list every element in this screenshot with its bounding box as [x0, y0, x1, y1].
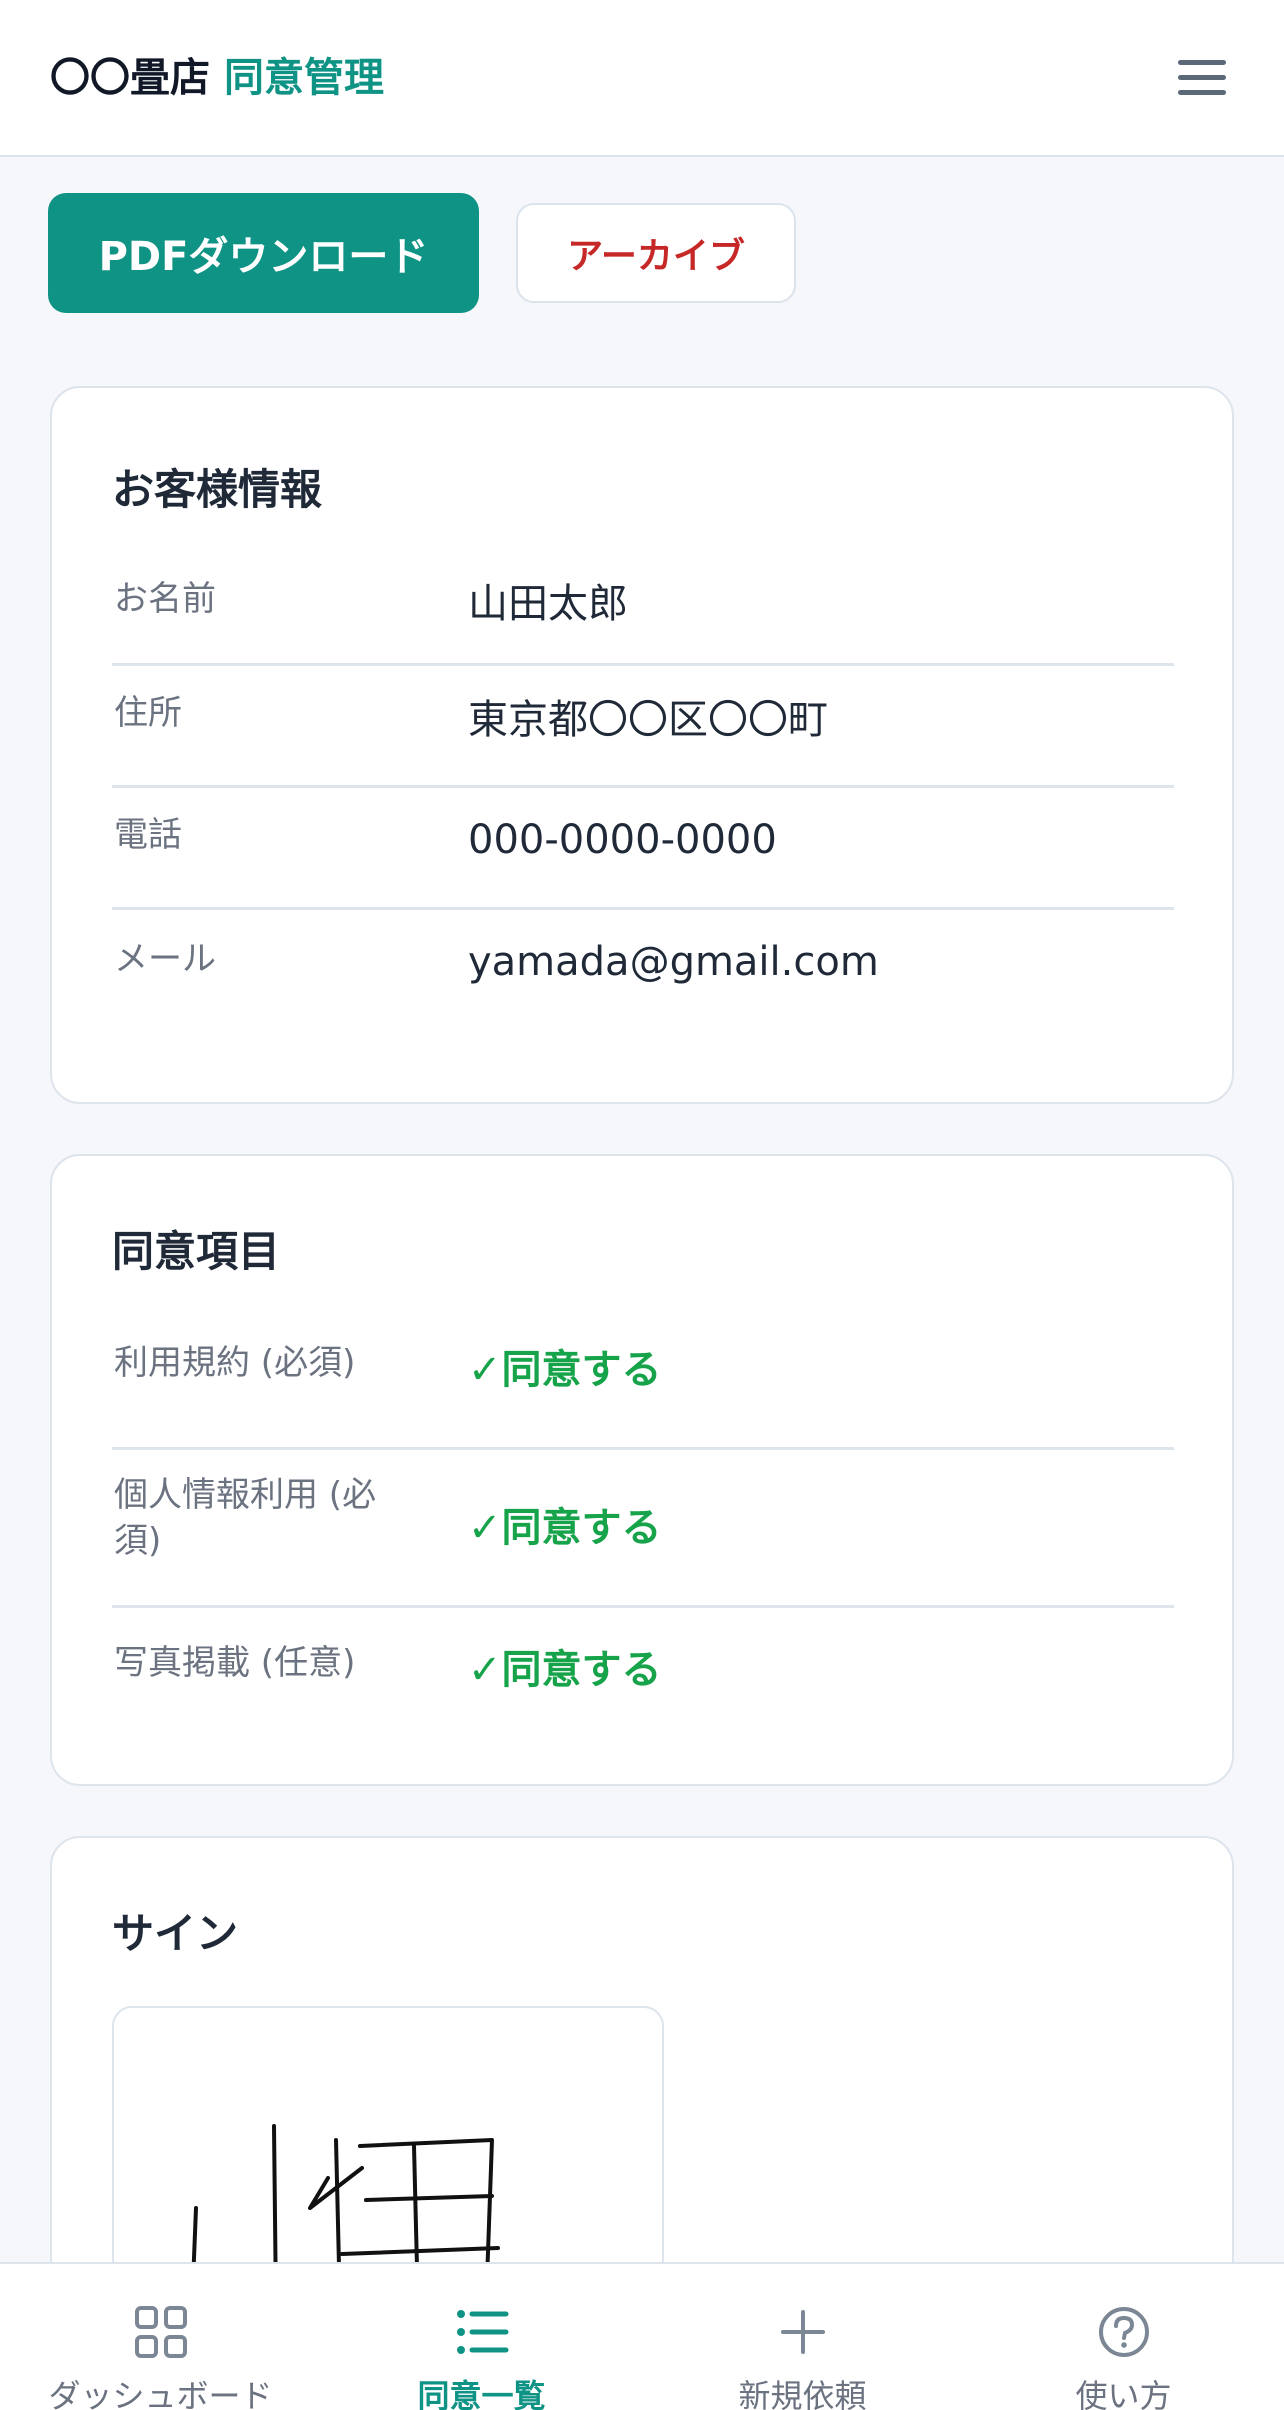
consent-title: 同意項目 [112, 1227, 281, 1276]
nav-item-help[interactable]: 使い方 [963, 2264, 1284, 2410]
customer-info-card: お客様情報 お名前 山田太郎 住所 東京都〇〇区〇〇町 電話 000-0000-… [50, 386, 1234, 1104]
consent-status-agreed: ✓同意する [468, 1347, 662, 1393]
signature-title: サイン [112, 1909, 239, 1958]
nav-label: ダッシュボード [48, 2377, 273, 2410]
consent-status-agreed: ✓同意する [468, 1505, 662, 1551]
app-header: 〇〇畳店 同意管理 [0, 0, 1284, 157]
row-label: 住所 [114, 693, 182, 733]
customer-phone-value: 000-0000-0000 [468, 817, 777, 863]
app-name: 同意管理 [224, 55, 384, 101]
signature-image [112, 2006, 664, 2306]
help-circle-icon [1098, 2307, 1149, 2357]
consent-row-terms: 利用規約 (必須) ✓同意する [112, 1340, 1174, 1450]
hamburger-menu-icon[interactable] [1172, 52, 1234, 104]
dashboard-grid-icon [134, 2306, 187, 2358]
customer-row-name: お名前 山田太郎 [112, 576, 1174, 666]
consent-row-privacy: 個人情報利用 (必須) ✓同意する [112, 1450, 1174, 1608]
row-label: 電話 [114, 815, 182, 855]
archive-button[interactable]: アーカイブ [516, 203, 796, 303]
customer-row-address: 住所 東京都〇〇区〇〇町 [112, 666, 1174, 788]
row-label: メール [114, 939, 216, 979]
row-label: 利用規約 (必須) [114, 1343, 356, 1383]
consent-row-photo: 写真掲載 (任意) ✓同意する [112, 1608, 1174, 1728]
list-icon [456, 2310, 508, 2354]
nav-label: 新規依頼 [738, 2377, 867, 2410]
shop-name: 〇〇畳店 [50, 55, 210, 101]
nav-label: 同意一覧 [417, 2377, 546, 2410]
customer-name-value: 山田太郎 [468, 581, 628, 627]
consent-status-agreed: ✓同意する [468, 1647, 662, 1693]
row-label: お名前 [114, 579, 216, 619]
nav-item-consent-list[interactable]: 同意一覧 [321, 2264, 642, 2410]
customer-address-value: 東京都〇〇区〇〇町 [468, 697, 828, 743]
customer-row-phone: 電話 000-0000-0000 [112, 788, 1174, 910]
nav-item-dashboard[interactable]: ダッシュボード [0, 2264, 321, 2410]
row-label: 個人情報利用 (必須) [114, 1475, 377, 1561]
bottom-navigation: ダッシュボード 同意一覧 新規依頼 使い方 [0, 2262, 1284, 2410]
brand-title: 〇〇畳店 同意管理 [50, 52, 384, 104]
pdf-download-button[interactable]: PDFダウンロード [48, 193, 479, 313]
nav-item-new-request[interactable]: 新規依頼 [642, 2264, 963, 2410]
customer-info-title: お客様情報 [112, 465, 323, 514]
nav-label: 使い方 [1075, 2377, 1172, 2410]
customer-email-value: yamada@gmail.com [468, 939, 879, 985]
row-label: 写真掲載 (任意) [114, 1643, 356, 1683]
plus-icon [780, 2310, 825, 2354]
customer-row-email: メール yamada@gmail.com [112, 910, 1174, 1032]
consent-card: 同意項目 利用規約 (必須) ✓同意する 個人情報利用 (必須) ✓同意する 写… [50, 1154, 1234, 1786]
